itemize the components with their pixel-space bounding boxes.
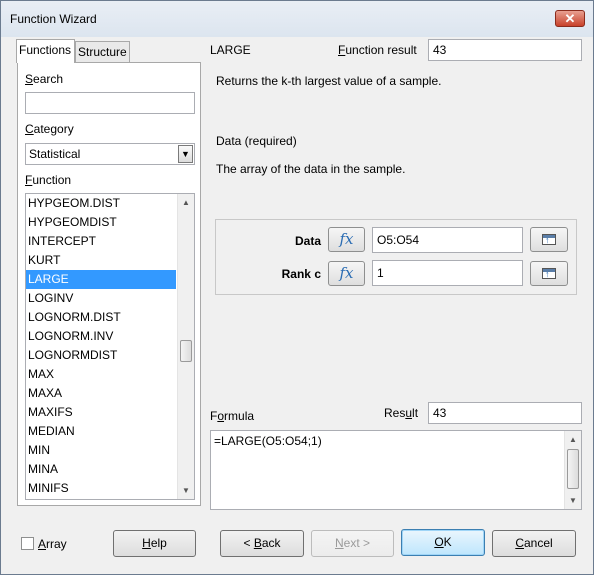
chevron-down-icon[interactable]: ▼ xyxy=(178,145,193,163)
list-item[interactable]: MAXIFS xyxy=(26,403,176,422)
array-label: Array xyxy=(38,537,67,551)
title-bar: Function Wizard ✕ xyxy=(1,1,593,37)
list-item[interactable]: LOGNORM.INV xyxy=(26,327,176,346)
list-item[interactable]: INTERCEPT xyxy=(26,232,176,251)
formula-scrollbar[interactable]: ▲ ▼ xyxy=(564,431,581,509)
function-name: LARGE xyxy=(210,43,251,57)
function-items: HYPGEOM.DIST HYPGEOMDIST INTERCEPT KURT LARG… xyxy=(26,194,194,498)
arg-rank-label: Rank c xyxy=(281,267,321,281)
list-item[interactable]: HYPGEOM.DIST xyxy=(26,194,176,213)
list-item[interactable]: MIN xyxy=(26,441,176,460)
ok-button[interactable]: OK xyxy=(401,529,485,556)
list-item[interactable]: MAXA xyxy=(26,384,176,403)
parameter-heading: Data (required) xyxy=(216,134,297,148)
scroll-thumb[interactable] xyxy=(180,340,192,362)
shrink-icon xyxy=(542,268,556,279)
search-input[interactable] xyxy=(25,92,195,114)
formula-label: Formula xyxy=(210,409,255,423)
shrink-icon xyxy=(542,234,556,245)
category-label: Category xyxy=(25,122,74,136)
list-item[interactable]: MINA xyxy=(26,460,176,479)
function-result-field[interactable] xyxy=(428,39,582,61)
arg-data-label: Data xyxy=(294,234,321,248)
tab-functions[interactable]: Functions xyxy=(16,39,75,63)
shrink-rank-button[interactable] xyxy=(530,261,568,286)
arg-rank-input[interactable] xyxy=(372,260,523,286)
function-result-label: Function result xyxy=(338,43,417,57)
function-list[interactable]: HYPGEOM.DIST HYPGEOMDIST INTERCEPT KURT LARG… xyxy=(25,193,195,500)
list-item[interactable]: LOGINV xyxy=(26,289,176,308)
list-item[interactable]: LARGE xyxy=(26,270,176,289)
close-button[interactable]: ✕ xyxy=(555,10,585,27)
next-button[interactable]: Next > xyxy=(311,530,394,557)
category-select[interactable]: Statistical ▼ xyxy=(25,143,195,165)
window-title: Function Wizard xyxy=(10,12,97,26)
arg-data-input[interactable] xyxy=(372,227,523,253)
category-value: Statistical xyxy=(29,147,81,161)
formula-text: =LARGE(O5:O54;1) xyxy=(214,434,322,448)
cancel-button[interactable]: Cancel xyxy=(492,530,576,557)
result-label: Result xyxy=(384,406,419,420)
list-item[interactable]: LOGNORMDIST xyxy=(26,346,176,365)
scroll-down-icon[interactable]: ▼ xyxy=(178,482,194,499)
list-item[interactable]: MAX xyxy=(26,365,176,384)
list-item[interactable]: HYPGEOMDIST xyxy=(26,213,176,232)
scroll-up-icon[interactable]: ▲ xyxy=(178,194,194,211)
scroll-thumb[interactable] xyxy=(567,449,579,489)
back-button[interactable]: < Back xyxy=(220,530,304,557)
list-item[interactable]: MINIFS xyxy=(26,479,176,498)
function-description: Returns the k-th largest value of a samp… xyxy=(216,74,442,88)
tab-structure[interactable]: Structure xyxy=(75,41,130,63)
result-field[interactable] xyxy=(428,402,582,424)
parameter-description: The array of the data in the sample. xyxy=(216,162,406,176)
fx-icon[interactable]: fx xyxy=(328,227,365,252)
scroll-down-icon[interactable]: ▼ xyxy=(565,492,581,509)
help-button[interactable]: Help xyxy=(113,530,196,557)
list-item[interactable]: MEDIAN xyxy=(26,422,176,441)
function-label: Function xyxy=(25,173,72,187)
list-item[interactable]: KURT xyxy=(26,251,176,270)
shrink-data-button[interactable] xyxy=(530,227,568,252)
search-label: Search xyxy=(25,72,64,86)
formula-editor[interactable]: =LARGE(O5:O54;1) ▲ ▼ xyxy=(210,430,582,510)
function-list-scrollbar[interactable]: ▲ ▼ xyxy=(177,194,194,499)
function-wizard-dialog: Function Wizard ✕ Functions Structure Se… xyxy=(0,0,594,575)
list-item[interactable]: LOGNORM.DIST xyxy=(26,308,176,327)
fx-icon[interactable]: fx xyxy=(328,261,365,286)
array-checkbox[interactable] xyxy=(21,537,34,550)
scroll-up-icon[interactable]: ▲ xyxy=(565,431,581,448)
